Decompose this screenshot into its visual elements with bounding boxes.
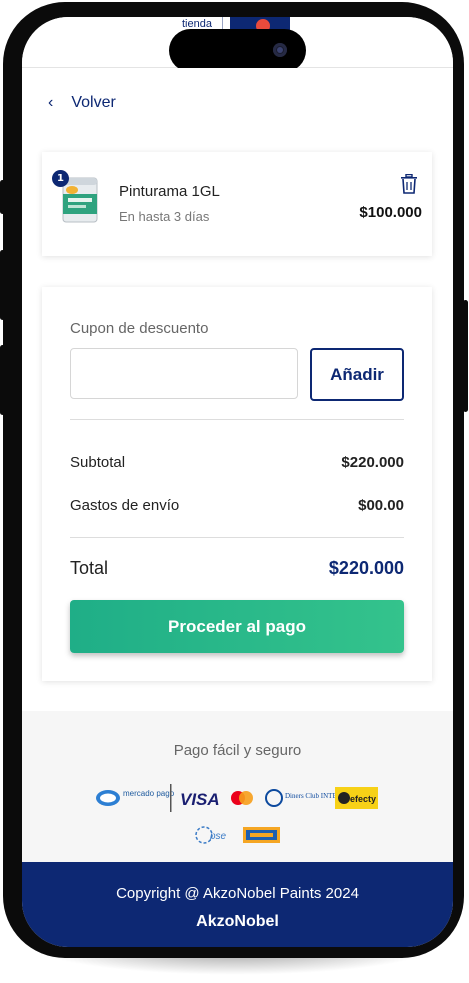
payment-logos-secondary: pse [195, 826, 280, 844]
payment-logos: mercado pago VISA Diners Club INTERNATIO… [96, 784, 378, 812]
phone-frame: tienda ‹ Volver 1 Pinturama 1GL En hasta… [3, 2, 464, 958]
mastercard-logo [231, 791, 253, 805]
mercado-text: mercado pago [123, 789, 175, 798]
efecty-text: efecty [350, 794, 376, 804]
back-label: Volver [71, 94, 116, 111]
subtotal-label: Subtotal [70, 454, 126, 471]
visa-logo: VISA [180, 790, 220, 809]
pse-logo: pse [195, 826, 227, 844]
dynamic-island [169, 29, 306, 72]
coupon-label: Cupon de descuento [70, 320, 209, 337]
add-coupon-button[interactable]: Añadir [310, 348, 404, 401]
quantity-badge: 1 [52, 170, 69, 187]
divider [70, 537, 404, 538]
pse-text: pse [209, 831, 227, 842]
camera-icon [273, 43, 287, 57]
total-label: Total [70, 558, 109, 578]
akzonobel-logo[interactable]: AkzoNobel [22, 913, 453, 931]
subtotal-value: $220.000 [341, 454, 404, 471]
shipping-value: $00.00 [358, 497, 404, 514]
shipping-label: Gastos de envío [70, 497, 180, 514]
phone-screen: tienda ‹ Volver 1 Pinturama 1GL En hasta… [22, 17, 453, 947]
order-summary: Cupon de descuento Añadir Subtotal $220.… [42, 287, 432, 681]
cart-item: 1 Pinturama 1GL En hasta 3 días $100.000 [42, 152, 432, 256]
mercadopago-logo: mercado pago [96, 789, 175, 806]
baloto-logo [243, 827, 280, 843]
back-link[interactable]: ‹ Volver [48, 94, 116, 112]
efecty-logo: efecty [335, 787, 378, 809]
trash-icon[interactable] [400, 174, 418, 194]
chevron-left-icon: ‹ [48, 94, 54, 111]
divider [70, 419, 404, 420]
payment-title: Pago fácil y seguro [173, 742, 302, 759]
delivery-time: En hasta 3 días [119, 209, 210, 224]
product-name: Pinturama 1GL [119, 183, 220, 200]
coupon-input[interactable] [70, 348, 298, 399]
checkout-button[interactable]: Proceder al pago [70, 600, 404, 653]
copyright-text: Copyright @ AkzoNobel Paints 2024 [116, 885, 359, 902]
footer: Copyright @ AkzoNobel Paints 2024 AkzoNo… [22, 862, 453, 947]
product-price: $100.000 [359, 204, 422, 221]
total-value: $220.000 [328, 558, 404, 578]
